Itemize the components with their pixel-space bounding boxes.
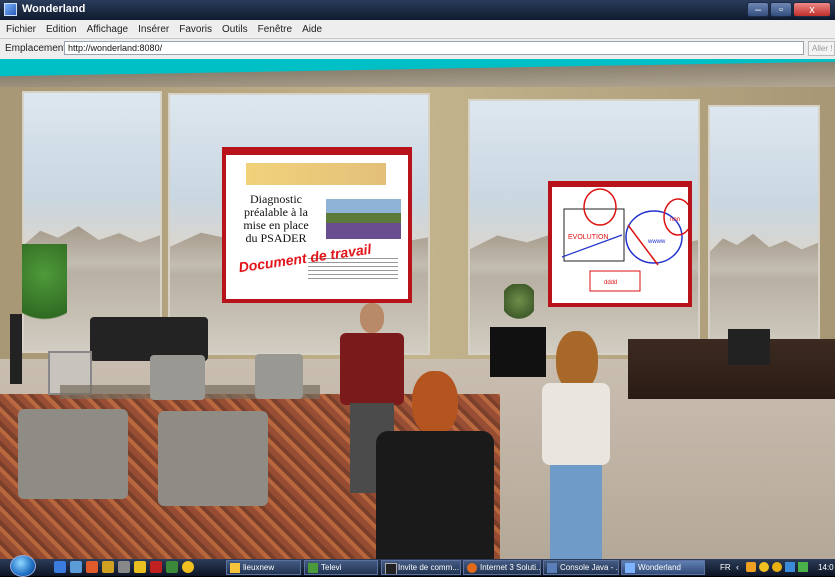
menu-outils[interactable]: Outils (217, 24, 253, 35)
presentation-board-1[interactable]: Diagnostic préalable à la mise en place … (222, 147, 412, 303)
chair-4 (158, 411, 268, 506)
clock[interactable]: 14:0 (818, 563, 834, 572)
language-indicator[interactable]: FR (720, 563, 731, 572)
menu-bar: Fichier Edition Affichage Insérer Favori… (0, 20, 835, 39)
label-nn: nnn (670, 217, 680, 223)
window-title: Wonderland (22, 3, 86, 15)
task-wonderland[interactable]: Wonderland (621, 560, 705, 575)
address-bar: Emplacement: http://wonderland:8080/ All… (0, 39, 835, 59)
potted-plant-right (504, 284, 534, 326)
start-button[interactable] (10, 555, 36, 577)
tray-app2-icon[interactable] (759, 562, 769, 572)
maximize-button[interactable]: ▫ (770, 2, 792, 17)
chair-left-edge (10, 314, 22, 384)
label-ww: wwww (647, 239, 666, 245)
menu-favoris[interactable]: Favoris (174, 24, 217, 35)
task-internet[interactable]: Internet 3 Soluti... (463, 560, 541, 575)
menu-fenetre[interactable]: Fenêtre (253, 24, 297, 35)
quicklaunch-app2-icon[interactable] (134, 561, 146, 573)
system-tray: FR ‹ 14:0 (712, 559, 835, 576)
quicklaunch-app3-icon[interactable] (150, 561, 162, 573)
quicklaunch-folder-icon[interactable] (102, 561, 114, 573)
tray-network-icon[interactable] (785, 562, 795, 572)
go-button[interactable]: Aller ! (808, 41, 835, 56)
quicklaunch-desktop-icon[interactable] (54, 561, 66, 573)
tray-app3-icon[interactable] (772, 562, 782, 572)
label-dd: dddd (604, 280, 617, 286)
chair-2 (255, 354, 303, 399)
address-label: Emplacement: (5, 43, 69, 54)
quicklaunch-app4-icon[interactable] (166, 561, 178, 573)
quicklaunch-ie-icon[interactable] (70, 561, 82, 573)
board1-title: Diagnostic préalable à la mise en place … (243, 192, 309, 245)
task-lieuxnew[interactable]: lieuxnew (226, 560, 301, 575)
potted-plant-left (22, 244, 67, 344)
quicklaunch-app-icon[interactable] (118, 561, 130, 573)
task-televi[interactable]: Televi (304, 560, 378, 575)
url-input[interactable]: http://wonderland:8080/ (64, 41, 804, 55)
menu-aide[interactable]: Aide (297, 24, 327, 35)
window-controls: – ▫ x (747, 2, 831, 18)
label-evolution: EVOLUTION (568, 234, 608, 241)
chair-3 (18, 409, 128, 499)
menu-edition[interactable]: Edition (41, 24, 82, 35)
menu-inserer[interactable]: Insérer (133, 24, 174, 35)
board-logos (246, 163, 386, 185)
tray-volume-icon[interactable] (798, 562, 808, 572)
taskbar: lieuxnew Televi Invite de comm... Intern… (0, 555, 835, 577)
window-titlebar: Wonderland – ▫ x (0, 0, 835, 20)
chair-1 (150, 355, 205, 400)
task-invite-de-commande[interactable]: Invite de comm... (381, 560, 461, 575)
close-button[interactable]: x (793, 2, 831, 17)
3d-viewport[interactable]: Diagnostic préalable à la mise en place … (0, 59, 835, 559)
menu-affichage[interactable]: Affichage (82, 24, 134, 35)
office-chair (728, 329, 770, 365)
app-icon (4, 3, 17, 16)
whiteboard-drawing: EVOLUTION wwww nnn dddd (561, 188, 688, 292)
minimize-button[interactable]: – (747, 2, 769, 17)
tray-app-icon[interactable] (746, 562, 756, 572)
avatar-woman[interactable] (536, 331, 616, 559)
quicklaunch-firefox-icon[interactable] (86, 561, 98, 573)
avatar-woman-back[interactable] (372, 371, 498, 559)
menu-fichier[interactable]: Fichier (0, 24, 41, 35)
board1-photo (326, 199, 401, 239)
scene-window-4 (708, 105, 820, 355)
tray-chevron-icon[interactable]: ‹ (736, 562, 744, 572)
task-console-java[interactable]: Console Java - ... (543, 560, 619, 575)
quicklaunch-app5-icon[interactable] (182, 561, 194, 573)
presentation-board-2[interactable]: EVOLUTION wwww nnn dddd (548, 181, 692, 307)
